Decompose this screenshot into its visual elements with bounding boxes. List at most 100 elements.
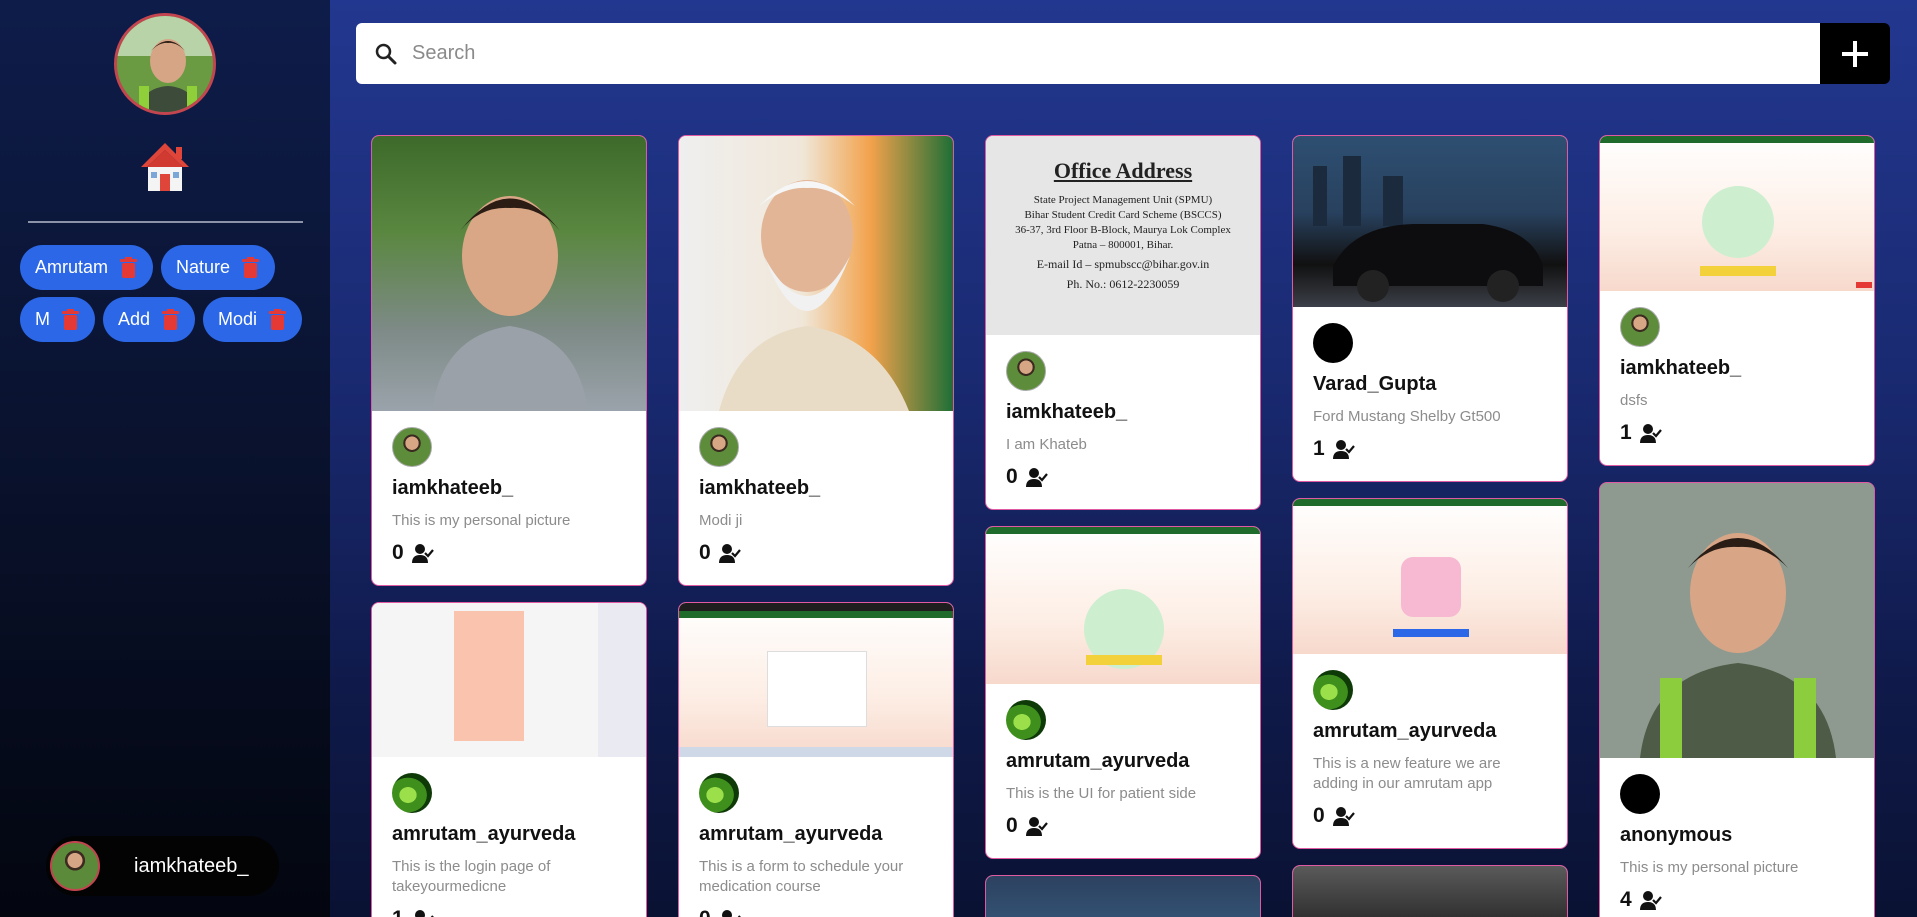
chip-modi[interactable]: Modi — [203, 297, 303, 342]
app-button-preview — [1393, 629, 1469, 637]
post-image — [1293, 499, 1567, 654]
profile-avatar[interactable] — [114, 13, 216, 115]
post-card[interactable]: anonymous This is my personal picture 4 — [1599, 482, 1875, 917]
post-image — [986, 876, 1260, 917]
follower-count: 0 — [392, 541, 404, 564]
follow-stats: 1 — [1620, 421, 1854, 445]
post-card[interactable]: amrutam_ayurveda This is a form to sched… — [678, 602, 954, 917]
post-grid: iamkhateeb_ This is my personal picture … — [371, 135, 1875, 917]
user-check-icon[interactable] — [412, 909, 434, 917]
post-card[interactable]: Office Address State Project Management … — [985, 135, 1261, 510]
post-image — [372, 136, 646, 411]
app-illustration-preview — [1401, 557, 1461, 617]
user-check-icon[interactable] — [1639, 890, 1662, 910]
author-name[interactable]: amrutam_ayurveda — [699, 823, 933, 846]
user-check-icon[interactable] — [719, 909, 741, 917]
post-description: This is a form to schedule your medicati… — [699, 858, 904, 895]
post-description: This is the UI for patient side — [1006, 785, 1197, 802]
user-check-icon[interactable] — [411, 543, 434, 563]
app-button-preview — [1700, 266, 1776, 276]
trash-icon[interactable] — [242, 257, 260, 278]
follow-stats: 0 — [699, 907, 933, 917]
post-card[interactable]: iamkhateeb_ dsfs 1 — [1599, 135, 1875, 466]
add-post-button[interactable] — [1820, 23, 1890, 84]
chip-m[interactable]: M — [20, 297, 95, 342]
portrait-photo-icon — [1600, 483, 1874, 758]
chip-label: Modi — [218, 309, 258, 329]
register-form-preview — [767, 651, 867, 727]
post-card[interactable]: iamkhateeb_ This is my personal picture … — [371, 135, 647, 586]
author-name[interactable]: amrutam_ayurveda — [392, 823, 626, 846]
author-avatar — [392, 773, 432, 813]
chip-label: Nature — [176, 257, 231, 277]
app-header-preview — [986, 527, 1260, 534]
user-check-icon[interactable] — [1639, 423, 1662, 443]
devtools-preview — [598, 603, 646, 757]
post-description: dsfs — [1620, 392, 1648, 409]
follow-stats: 0 — [392, 541, 626, 565]
post-card[interactable]: amrutam_ayurveda This is the UI for pati… — [985, 526, 1261, 859]
chip-add[interactable]: Add — [103, 297, 196, 342]
author-name[interactable]: anonymous — [1620, 824, 1854, 847]
author-name[interactable]: amrutam_ayurveda — [1006, 750, 1240, 773]
chip-nature[interactable]: Nature — [161, 245, 276, 290]
trash-icon[interactable] — [162, 309, 180, 330]
author-avatar — [392, 427, 432, 467]
chip-label: M — [35, 309, 50, 329]
grid-column: Office Address State Project Management … — [985, 135, 1261, 917]
follow-stats: 1 — [1313, 437, 1547, 461]
office-line: 36-37, 3rd Floor B-Block, Maurya Lok Com… — [1015, 224, 1231, 236]
post-description: I am Khateb — [1006, 436, 1087, 453]
user-check-icon[interactable] — [1025, 467, 1048, 487]
current-user-pill[interactable]: iamkhateeb_ — [46, 836, 279, 896]
post-card[interactable] — [985, 875, 1261, 917]
author-avatar — [1620, 307, 1660, 347]
trash-icon[interactable] — [62, 309, 79, 330]
trash-icon[interactable] — [269, 309, 287, 330]
post-card[interactable] — [1292, 865, 1568, 917]
sidebar-divider — [28, 221, 303, 223]
chip-label: Amrutam — [35, 257, 109, 277]
man-photo-icon — [432, 196, 588, 411]
follower-count: 0 — [699, 541, 711, 564]
user-check-icon[interactable] — [718, 543, 741, 563]
search-input[interactable] — [412, 42, 1792, 65]
badge-preview — [1856, 282, 1872, 288]
follow-stats: 0 — [1313, 804, 1547, 828]
post-image — [1600, 483, 1874, 758]
post-card[interactable]: Varad_Gupta Ford Mustang Shelby Gt500 1 — [1292, 135, 1568, 482]
user-check-icon[interactable] — [1332, 806, 1355, 826]
chip-amrutam[interactable]: Amrutam — [20, 245, 154, 290]
collection-chips: Amrutam Nature M Add Modi — [20, 245, 320, 342]
author-name[interactable]: iamkhateeb_ — [1620, 357, 1854, 380]
user-check-icon[interactable] — [1332, 439, 1355, 459]
grid-column: Varad_Gupta Ford Mustang Shelby Gt500 1 — [1292, 135, 1568, 917]
app-illustration-preview — [1702, 186, 1774, 258]
chip-label: Add — [118, 309, 151, 329]
author-name[interactable]: iamkhateeb_ — [392, 477, 626, 500]
grid-column: iamkhateeb_ dsfs 1 anonymous This is my … — [1599, 135, 1875, 917]
user-avatar-icon — [117, 16, 213, 112]
home-icon[interactable] — [139, 141, 191, 193]
post-description: This is the login page of takeyourmedicn… — [392, 858, 551, 895]
author-name[interactable]: amrutam_ayurveda — [1313, 720, 1547, 743]
author-avatar — [1313, 323, 1353, 363]
post-card[interactable]: iamkhateeb_ Modi ji 0 — [678, 135, 954, 586]
office-title: Office Address — [1053, 158, 1193, 183]
post-description: This is a new feature we are adding in o… — [1313, 755, 1501, 792]
follower-count: 1 — [1313, 437, 1325, 460]
office-line: Bihar Student Credit Card Scheme (BSCCS) — [1024, 209, 1222, 221]
user-check-icon[interactable] — [1025, 816, 1048, 836]
post-card[interactable]: amrutam_ayurveda This is a new feature w… — [1292, 498, 1568, 849]
post-description: Ford Mustang Shelby Gt500 — [1313, 408, 1501, 425]
trash-icon[interactable] — [120, 257, 138, 278]
current-username: iamkhateeb_ — [134, 854, 249, 877]
author-name[interactable]: iamkhateeb_ — [1006, 401, 1240, 424]
author-name[interactable]: iamkhateeb_ — [699, 477, 933, 500]
sidebar: Amrutam Nature M Add Modi iamkhateeb_ — [0, 0, 330, 917]
author-name[interactable]: Varad_Gupta — [1313, 373, 1547, 396]
follow-stats: 0 — [699, 541, 933, 565]
author-avatar — [699, 773, 739, 813]
author-avatar — [1620, 774, 1660, 814]
post-card[interactable]: amrutam_ayurveda This is the login page … — [371, 602, 647, 917]
